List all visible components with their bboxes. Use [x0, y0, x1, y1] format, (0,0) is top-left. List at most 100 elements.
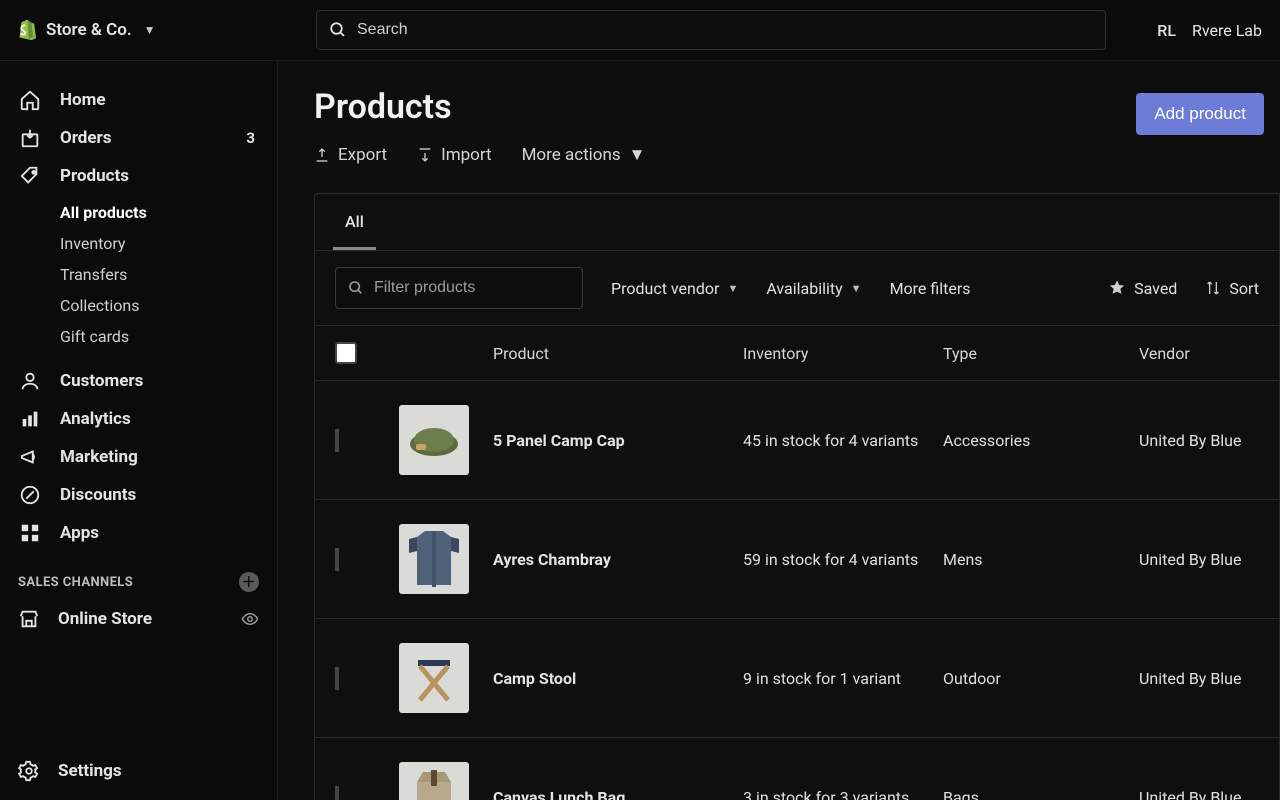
products-subnav: All products Inventory Transfers Collect…	[0, 195, 277, 362]
sidebar-item-label: Marketing	[60, 447, 259, 467]
caret-down-icon: ▼	[629, 145, 646, 165]
orders-badge: 3	[246, 129, 259, 147]
subnav-all-products[interactable]: All products	[60, 197, 277, 228]
col-product: Product	[493, 344, 743, 363]
sidebar-item-home[interactable]: Home	[0, 81, 277, 119]
product-name: Camp Stool	[493, 669, 743, 688]
sidebar-item-discounts[interactable]: Discounts	[0, 476, 277, 514]
product-name: Ayres Chambray	[493, 550, 743, 569]
product-inventory: 45 in stock for 4 variants	[743, 431, 943, 450]
product-inventory: 3 in stock for 3 variants	[743, 788, 943, 800]
export-button[interactable]: Export	[314, 145, 387, 165]
product-thumbnail	[399, 643, 469, 713]
subnav-collections[interactable]: Collections	[60, 290, 277, 321]
table-row[interactable]: Canvas Lunch Bag3 in stock for 3 variant…	[315, 738, 1279, 800]
page-title: Products	[314, 87, 646, 127]
user-label: Rvere Lab	[1192, 21, 1262, 40]
more-filters-button[interactable]: More filters	[890, 279, 971, 298]
home-icon	[18, 89, 42, 111]
product-thumbnail	[399, 762, 469, 800]
select-all-checkbox[interactable]	[335, 342, 357, 364]
sidebar-item-label: Products	[60, 166, 259, 186]
main-content: Products Export Import	[278, 61, 1280, 800]
subnav-gift-cards[interactable]: Gift cards	[60, 321, 277, 352]
sales-channels-header: SALES CHANNELS ＋	[0, 552, 277, 598]
col-type: Type	[943, 344, 1139, 363]
shopify-logo-icon	[14, 18, 36, 42]
filter-product-vendor[interactable]: Product vendor▼	[611, 279, 738, 298]
sidebar-item-products[interactable]: Products	[0, 157, 277, 195]
customers-icon	[18, 370, 42, 392]
product-type: Bags	[943, 788, 1139, 800]
product-vendor: United By Blue	[1139, 669, 1259, 688]
search-icon	[348, 280, 364, 296]
channel-online-store[interactable]: Online Store	[0, 598, 277, 640]
product-thumbnail	[399, 524, 469, 594]
row-checkbox[interactable]	[335, 429, 339, 452]
products-card: All Product vendor▼ Availability▼ More f…	[314, 193, 1280, 800]
more-actions-button[interactable]: More actions ▼	[522, 145, 646, 165]
user-menu[interactable]: RL Rvere Lab	[1157, 21, 1262, 40]
global-search[interactable]	[316, 10, 1106, 50]
sidebar-item-orders[interactable]: Orders 3	[0, 119, 277, 157]
row-checkbox[interactable]	[335, 786, 339, 800]
product-vendor: United By Blue	[1139, 550, 1259, 569]
sidebar: Home Orders 3 Products All products Inve…	[0, 61, 278, 800]
product-type: Accessories	[943, 431, 1139, 450]
section-header-label: SALES CHANNELS	[18, 575, 133, 590]
caret-down-icon: ▼	[727, 282, 738, 295]
sidebar-item-label: Discounts	[60, 485, 259, 505]
filter-availability[interactable]: Availability▼	[766, 279, 861, 298]
topbar: Store & Co. ▼ RL Rvere Lab	[0, 0, 1280, 60]
store-icon	[18, 608, 40, 630]
tab-all[interactable]: All	[333, 194, 376, 250]
table-header: Product Inventory Type Vendor	[315, 326, 1279, 381]
store-switcher[interactable]: Store & Co. ▼	[14, 18, 254, 42]
import-icon	[417, 147, 433, 163]
settings-label: Settings	[58, 761, 122, 781]
subnav-inventory[interactable]: Inventory	[60, 228, 277, 259]
product-name: 5 Panel Camp Cap	[493, 431, 743, 450]
product-type: Outdoor	[943, 669, 1139, 688]
table-row[interactable]: Camp Stool9 in stock for 1 variantOutdoo…	[315, 619, 1279, 738]
sidebar-item-analytics[interactable]: Analytics	[0, 400, 277, 438]
apps-icon	[18, 522, 42, 544]
product-vendor: United By Blue	[1139, 788, 1259, 800]
channel-label: Online Store	[58, 609, 152, 629]
analytics-icon	[18, 408, 42, 430]
store-name: Store & Co.	[46, 20, 132, 40]
sidebar-item-label: Apps	[60, 523, 259, 543]
col-inventory: Inventory	[743, 344, 943, 363]
saved-button[interactable]: Saved	[1108, 279, 1177, 298]
sidebar-item-marketing[interactable]: Marketing	[0, 438, 277, 476]
table-row[interactable]: Ayres Chambray59 in stock for 4 variants…	[315, 500, 1279, 619]
search-icon	[329, 21, 347, 39]
star-icon	[1108, 279, 1126, 297]
sort-icon	[1205, 280, 1221, 296]
table-row[interactable]: 5 Panel Camp Cap45 in stock for 4 varian…	[315, 381, 1279, 500]
sidebar-item-label: Orders	[60, 128, 228, 148]
global-search-input[interactable]	[357, 21, 1093, 39]
row-checkbox[interactable]	[335, 667, 339, 690]
row-checkbox[interactable]	[335, 548, 339, 571]
view-store-icon[interactable]	[241, 610, 259, 628]
sidebar-item-apps[interactable]: Apps	[0, 514, 277, 552]
sidebar-item-label: Home	[60, 90, 259, 110]
filter-products-input[interactable]	[374, 279, 581, 297]
sort-button[interactable]: Sort	[1205, 279, 1259, 298]
add-product-button[interactable]: Add product	[1136, 93, 1264, 135]
product-inventory: 9 in stock for 1 variant	[743, 669, 943, 688]
caret-down-icon: ▼	[851, 282, 862, 295]
add-channel-button[interactable]: ＋	[239, 572, 259, 592]
subnav-transfers[interactable]: Transfers	[60, 259, 277, 290]
sidebar-item-customers[interactable]: Customers	[0, 362, 277, 400]
product-inventory: 59 in stock for 4 variants	[743, 550, 943, 569]
col-vendor: Vendor	[1139, 344, 1259, 363]
sidebar-item-settings[interactable]: Settings	[0, 742, 277, 800]
discounts-icon	[18, 484, 42, 506]
product-name: Canvas Lunch Bag	[493, 788, 743, 800]
filter-products[interactable]	[335, 267, 583, 309]
gear-icon	[18, 760, 40, 782]
sidebar-item-label: Analytics	[60, 409, 259, 429]
import-button[interactable]: Import	[417, 145, 492, 165]
